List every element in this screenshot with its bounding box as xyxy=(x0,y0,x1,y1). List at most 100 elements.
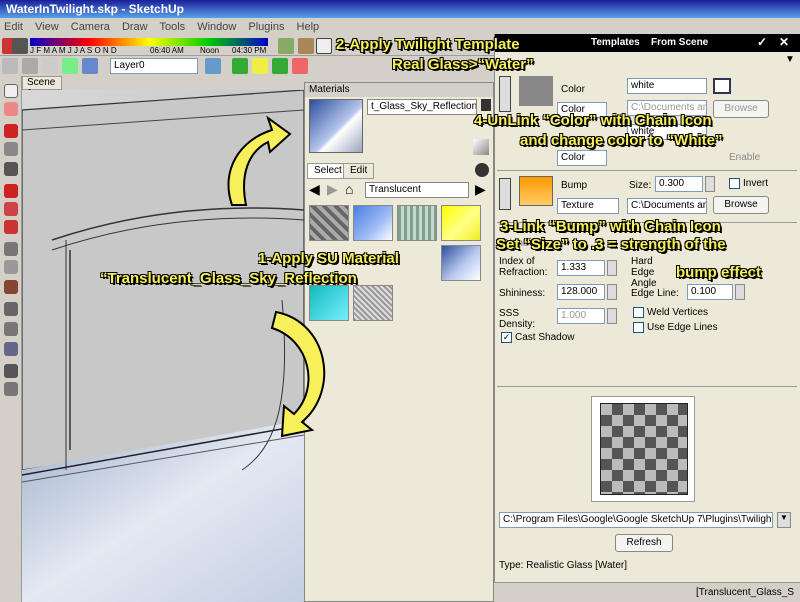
material-swatch[interactable] xyxy=(353,205,393,241)
paint-icon[interactable] xyxy=(473,139,489,155)
annotation-step1-line2: “Translucent_Glass_Sky_Reflection xyxy=(100,270,357,287)
menu-plugins[interactable]: Plugins xyxy=(248,21,284,33)
cube-icon[interactable] xyxy=(42,58,58,74)
pencil-icon[interactable] xyxy=(4,124,18,138)
material-swatch[interactable] xyxy=(353,285,393,321)
annotation-step2-line2: Real Glass>“Water” xyxy=(392,56,534,73)
color-swatch[interactable] xyxy=(519,76,553,106)
edge-line-stepper[interactable] xyxy=(735,284,745,300)
annotation-step4-line2: and change color to “White” xyxy=(520,132,723,149)
pushpull-icon[interactable] xyxy=(4,184,18,198)
color-picker[interactable] xyxy=(713,78,731,94)
move-icon[interactable] xyxy=(4,202,18,216)
annotation-step3-line3: bump effect xyxy=(676,264,762,281)
chain-icon[interactable] xyxy=(499,76,511,112)
menu-view[interactable]: View xyxy=(35,21,59,33)
walk-icon[interactable] xyxy=(4,364,18,378)
bump-swatch xyxy=(519,176,553,206)
date-slider[interactable] xyxy=(30,38,268,46)
tool-icon[interactable] xyxy=(298,38,314,54)
tool-icon[interactable] xyxy=(292,58,308,74)
material-swatch[interactable] xyxy=(441,245,481,281)
material-name-field[interactable]: t_Glass_Sky_Reflection xyxy=(367,99,477,115)
color-value-field[interactable]: white xyxy=(627,78,707,94)
menu-help[interactable]: Help xyxy=(297,21,320,33)
status-text: [Translucent_Glass_S xyxy=(695,587,794,598)
text-icon[interactable] xyxy=(4,280,18,294)
enable-label: Enable xyxy=(729,152,761,163)
cube-icon[interactable] xyxy=(82,58,98,74)
bump-browse-button[interactable]: Browse xyxy=(713,196,769,214)
material-swatch[interactable] xyxy=(397,205,437,241)
home-icon[interactable] xyxy=(316,38,332,54)
chevron-down-icon[interactable]: ▼ xyxy=(777,512,791,528)
dropdown-icon[interactable]: ▼ xyxy=(785,54,795,65)
preview-path-field[interactable]: C:\Program Files\Google\Google SketchUp … xyxy=(499,512,773,528)
circle-icon[interactable] xyxy=(4,162,18,176)
zoom-icon[interactable] xyxy=(4,342,18,356)
eyedropper-icon[interactable]: ✓ xyxy=(757,35,767,49)
tab-edit[interactable]: Edit xyxy=(343,163,375,179)
home-icon[interactable]: ⌂ xyxy=(345,181,353,197)
shininess-stepper[interactable] xyxy=(607,284,617,300)
material-swatch[interactable] xyxy=(441,205,481,241)
arc-icon[interactable] xyxy=(4,142,18,156)
orbit-icon[interactable] xyxy=(4,302,18,316)
menu-window[interactable]: Window xyxy=(197,21,236,33)
invert-checkbox[interactable] xyxy=(729,178,740,189)
scene-tab[interactable]: Scene 1 xyxy=(22,76,62,99)
menu-camera[interactable]: Camera xyxy=(71,21,110,33)
bump-type-select[interactable]: Texture xyxy=(557,198,619,214)
dimension-icon[interactable] xyxy=(4,260,18,274)
chain-icon[interactable] xyxy=(481,99,491,111)
menu-edit[interactable]: Edit xyxy=(4,21,23,33)
pan-icon[interactable] xyxy=(4,322,18,336)
bump-path-field[interactable]: C:\Documents and S xyxy=(627,198,707,214)
shininess-label: Shininess: xyxy=(499,288,546,299)
rotate-icon[interactable] xyxy=(4,220,18,234)
chain-icon[interactable] xyxy=(499,178,511,210)
tool-icon[interactable] xyxy=(252,58,268,74)
select-icon[interactable] xyxy=(4,84,18,98)
close-icon[interactable]: ✕ xyxy=(779,35,789,49)
shininess-field[interactable]: 128.000 xyxy=(557,284,605,300)
position-camera-icon[interactable] xyxy=(4,382,18,396)
sss-stepper[interactable] xyxy=(607,308,617,324)
layer-select[interactable]: Layer0 xyxy=(110,58,198,74)
tool-icon[interactable] xyxy=(272,58,288,74)
cube-icon[interactable] xyxy=(2,58,18,74)
from-scene-menu[interactable]: From Scene xyxy=(651,37,708,48)
tape-icon[interactable] xyxy=(4,242,18,256)
weld-checkbox[interactable] xyxy=(633,307,644,318)
edge-lines-checkbox[interactable] xyxy=(633,322,644,333)
annotation-step3-line2: Set “Size” to .3 = strength of the xyxy=(496,236,726,253)
tool-icon[interactable] xyxy=(278,38,294,54)
layer-icon[interactable] xyxy=(205,58,221,74)
render-preview xyxy=(591,396,695,502)
browse-button[interactable]: Browse xyxy=(713,100,769,118)
annotation-step4-line1: 4-UnLink “Color” with Chain Icon xyxy=(474,112,712,129)
refresh-button[interactable]: Refresh xyxy=(615,534,673,552)
size-field[interactable]: 0.300 xyxy=(655,176,703,192)
ior-stepper[interactable] xyxy=(607,260,617,276)
tool-icon[interactable] xyxy=(232,58,248,74)
color-type2-select[interactable]: Color xyxy=(557,150,607,166)
menu-draw[interactable]: Draw xyxy=(122,21,148,33)
edge-line-field[interactable]: 0.100 xyxy=(687,284,733,300)
invert-label: Invert xyxy=(743,178,769,189)
tool-icon[interactable] xyxy=(12,38,28,54)
size-stepper[interactable] xyxy=(705,176,715,192)
status-bar: [Translucent_Glass_S xyxy=(494,582,800,602)
eyedropper-icon[interactable] xyxy=(475,163,489,177)
sss-field[interactable]: 1.000 xyxy=(557,308,605,324)
templates-menu[interactable]: Templates xyxy=(591,37,640,48)
cube-icon[interactable] xyxy=(22,58,38,74)
eraser-icon[interactable] xyxy=(4,102,18,116)
cube-icon[interactable] xyxy=(62,58,78,74)
left-toolbar xyxy=(0,76,22,602)
details-icon[interactable]: ▶ xyxy=(475,181,486,198)
ior-field[interactable]: 1.333 xyxy=(557,260,605,276)
category-select[interactable]: Translucent xyxy=(365,182,469,198)
cast-shadow-checkbox[interactable]: ✓ xyxy=(501,332,512,343)
menu-tools[interactable]: Tools xyxy=(159,21,185,33)
